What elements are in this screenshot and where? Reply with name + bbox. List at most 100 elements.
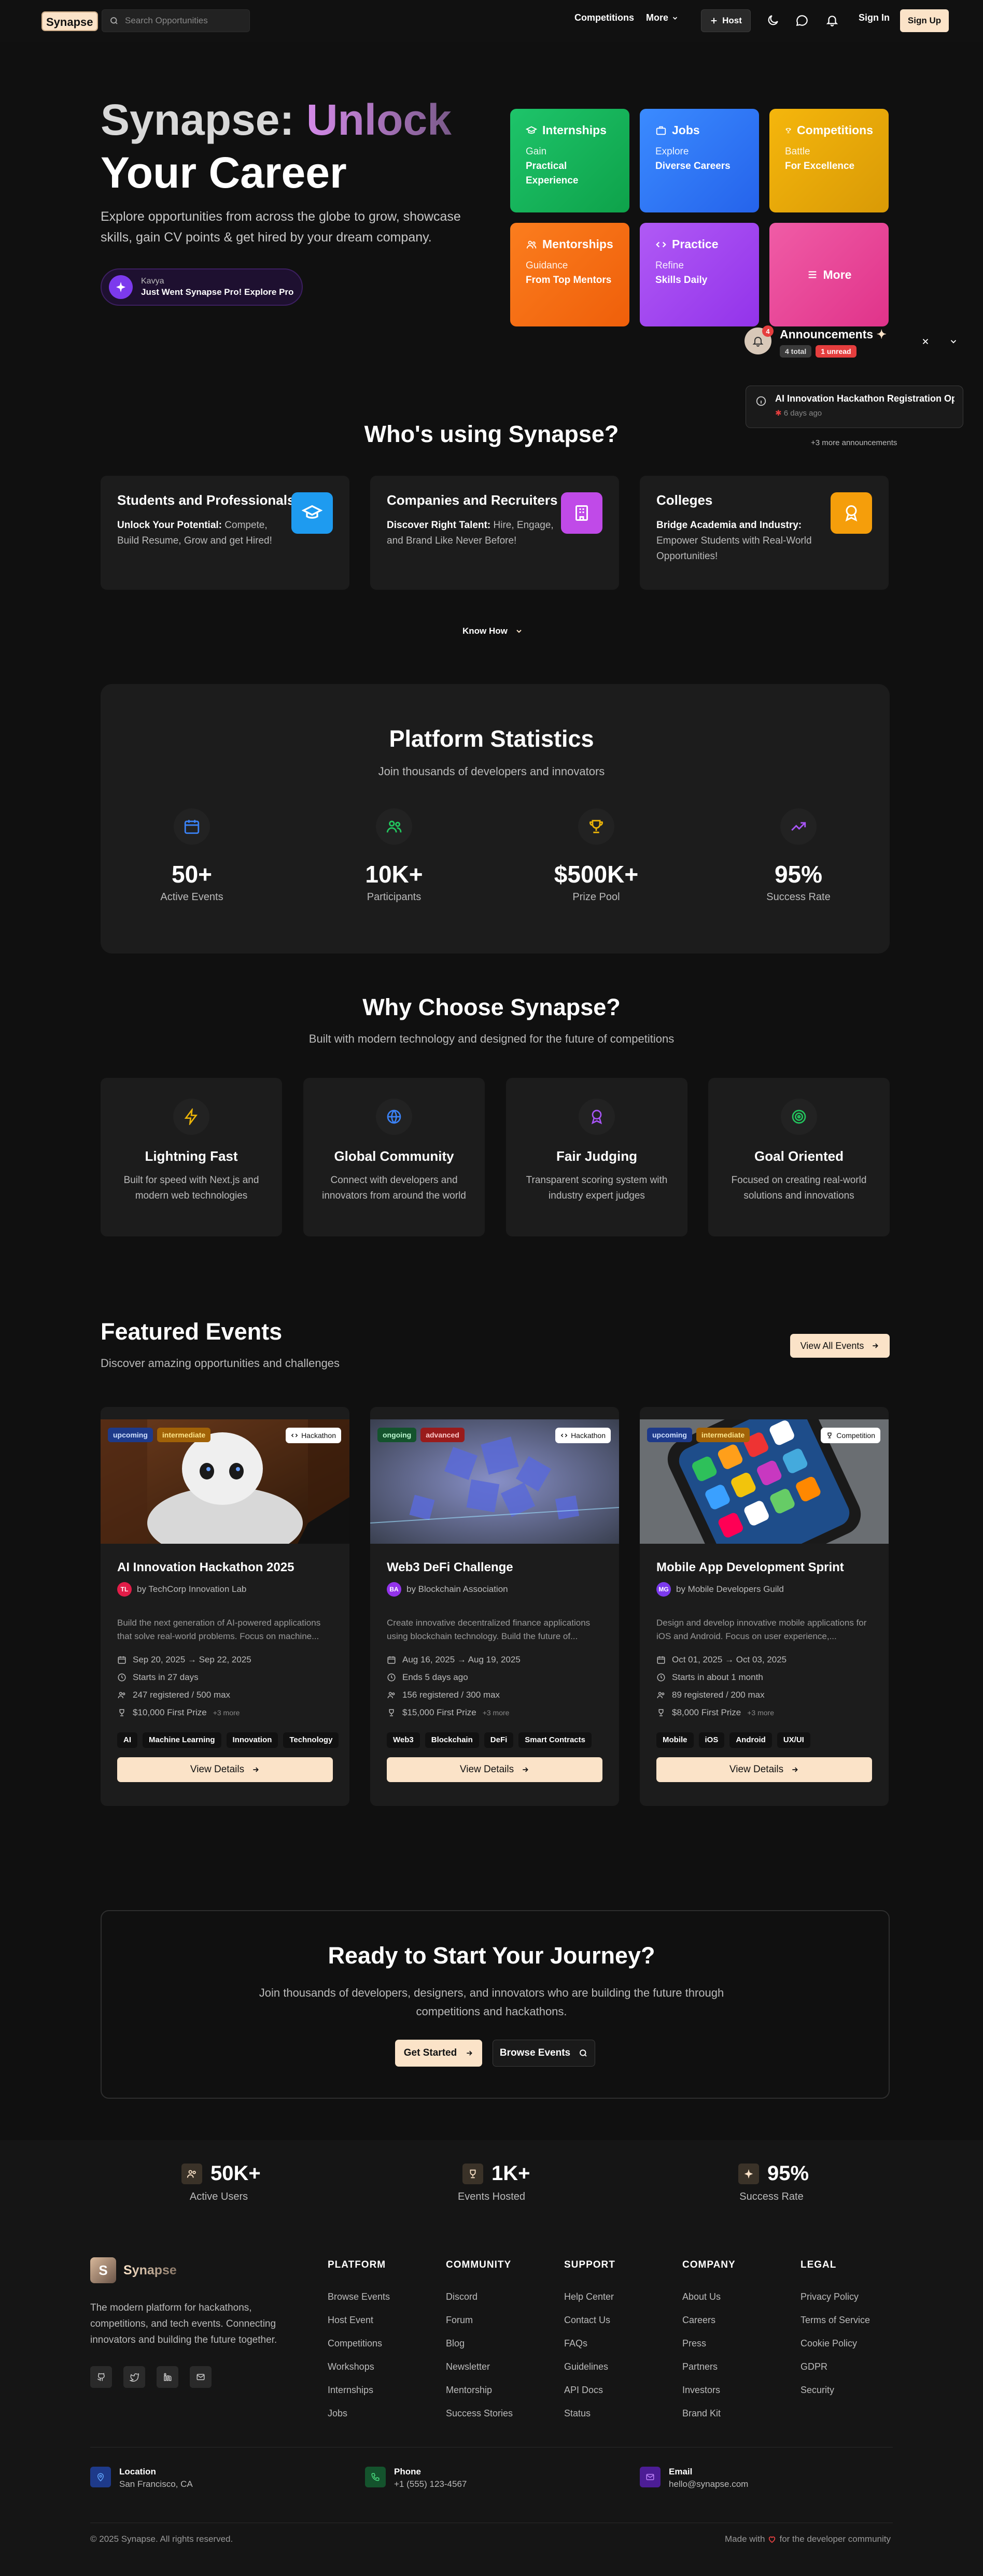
- bell-icon[interactable]: [825, 13, 839, 27]
- event-card-ai-hackathon[interactable]: upcoming intermediate Hackathon AI Innov…: [101, 1407, 349, 1806]
- footer-link[interactable]: Careers: [682, 2309, 736, 2332]
- who-card-companies[interactable]: Companies and Recruiters Discover Right …: [370, 476, 619, 590]
- footer-link[interactable]: Terms of Service: [801, 2309, 870, 2332]
- footer-link[interactable]: Blog: [446, 2332, 513, 2355]
- host-button[interactable]: Host: [701, 9, 751, 32]
- event-when-row: Starts in 27 days: [117, 1672, 199, 1683]
- trophy-icon: [470, 2169, 476, 2178]
- trending-up-icon: [791, 822, 806, 831]
- search-box[interactable]: Search Opportunities: [102, 9, 250, 32]
- status-badge: ongoing: [377, 1428, 417, 1442]
- footer-link[interactable]: API Docs: [564, 2379, 615, 2402]
- pro-announcement-pill[interactable]: Kavya Just Went Synapse Pro! Explore Pro: [101, 268, 303, 306]
- trophy-icon: [389, 1709, 394, 1716]
- footer-link[interactable]: Jobs: [328, 2402, 390, 2425]
- contact-value[interactable]: hello@synapse.com: [669, 2479, 748, 2489]
- contact-value[interactable]: +1 (555) 123-4567: [394, 2479, 467, 2489]
- footer-link[interactable]: Investors: [682, 2379, 736, 2402]
- tile-practice[interactable]: Practice Refine Skills Daily: [640, 223, 759, 326]
- stat-icon-box: [738, 2163, 759, 2184]
- event-organizer: TL by TechCorp Innovation Lab: [117, 1582, 246, 1597]
- event-title: Web3 DeFi Challenge: [387, 1560, 513, 1574]
- sign-in-link[interactable]: Sign In: [859, 12, 890, 23]
- tile-jobs[interactable]: Jobs Explore Diverse Careers: [640, 109, 759, 212]
- social-twitter[interactable]: [123, 2366, 145, 2388]
- who-card-colleges[interactable]: Colleges Bridge Academia and Industry: E…: [640, 476, 889, 590]
- clock-icon: [118, 1673, 126, 1682]
- plus-icon: [711, 18, 717, 24]
- footer-link[interactable]: Discord: [446, 2285, 513, 2309]
- briefcase-icon: [656, 126, 666, 135]
- footer-link[interactable]: About Us: [682, 2285, 736, 2309]
- footer-link[interactable]: GDPR: [801, 2355, 870, 2379]
- event-card-web3-defi[interactable]: ongoing advanced Hackathon Web3 DeFi Cha…: [370, 1407, 619, 1806]
- footer-link[interactable]: Help Center: [564, 2285, 615, 2309]
- event-card-mobile-sprint[interactable]: upcoming intermediate Competition Mobile…: [640, 1407, 889, 1806]
- footer-link[interactable]: FAQs: [564, 2332, 615, 2355]
- view-details-button[interactable]: View Details: [387, 1757, 602, 1782]
- social-linkedin[interactable]: [157, 2366, 178, 2388]
- event-tag: Mobile: [656, 1732, 694, 1748]
- cta-title: Ready to Start Your Journey?: [328, 1942, 655, 1969]
- chat-icon[interactable]: [795, 13, 809, 27]
- footer-link[interactable]: Browse Events: [328, 2285, 390, 2309]
- announcement-time-text: 6 days ago: [783, 409, 822, 418]
- code-brackets-icon: [560, 1433, 568, 1438]
- footer-link[interactable]: Forum: [446, 2309, 513, 2332]
- footer-link[interactable]: Guidelines: [564, 2355, 615, 2379]
- tile-mentorships[interactable]: Mentorships Guidance From Top Mentors: [510, 223, 629, 326]
- event-prize: $15,000 First Prize: [402, 1707, 476, 1717]
- tile-internships[interactable]: Internships Gain Practical Experience: [510, 109, 629, 212]
- logo[interactable]: Synapse: [41, 11, 98, 31]
- know-how-button[interactable]: Know How: [462, 626, 523, 636]
- org-name: by Blockchain Association: [406, 1584, 508, 1594]
- footer-stat-label: Success Rate: [739, 2191, 804, 2202]
- social-github[interactable]: [90, 2366, 112, 2388]
- event-type-badge: Hackathon: [286, 1428, 341, 1443]
- footer-link[interactable]: Competitions: [328, 2332, 390, 2355]
- moon-icon[interactable]: [766, 13, 780, 27]
- view-details-button[interactable]: View Details: [656, 1757, 872, 1782]
- footer-link[interactable]: Status: [564, 2402, 615, 2425]
- get-started-button[interactable]: Get Started: [395, 2040, 482, 2067]
- footer-link[interactable]: Security: [801, 2379, 870, 2402]
- close-icon[interactable]: [921, 337, 930, 346]
- who-card-students[interactable]: Students and Professionals Unlock Your P…: [101, 476, 349, 590]
- footer-link[interactable]: Press: [682, 2332, 736, 2355]
- nav-competitions[interactable]: Competitions: [574, 12, 634, 23]
- event-registered-row: 247 registered / 500 max: [117, 1690, 230, 1700]
- footer-link[interactable]: Brand Kit: [682, 2402, 736, 2425]
- view-details-button[interactable]: View Details: [117, 1757, 333, 1782]
- footer-link[interactable]: Privacy Policy: [801, 2285, 870, 2309]
- sign-up-button[interactable]: Sign Up: [900, 9, 949, 32]
- arrow-right-icon: [467, 2051, 473, 2056]
- event-description: Create innovative decentralized finance …: [387, 1618, 591, 1641]
- footer-link[interactable]: Success Stories: [446, 2402, 513, 2425]
- chevron-down-icon[interactable]: [949, 337, 958, 346]
- footer-link[interactable]: Contact Us: [564, 2309, 615, 2332]
- tile-competitions[interactable]: Competitions Battle For Excellence: [769, 109, 889, 212]
- top-navbar: Synapse Search Opportunities Competition…: [0, 0, 983, 42]
- footer-link[interactable]: Workshops: [328, 2355, 390, 2379]
- stat-icon-circle: [578, 808, 614, 845]
- footer-link[interactable]: Host Event: [328, 2309, 390, 2332]
- tile-more[interactable]: More: [769, 223, 889, 326]
- footer-link[interactable]: Partners: [682, 2355, 736, 2379]
- footer-link[interactable]: Internships: [328, 2379, 390, 2402]
- graduation-icon: [526, 126, 537, 134]
- footer-brand[interactable]: S Synapse: [90, 2257, 177, 2283]
- social-email[interactable]: [190, 2366, 212, 2388]
- stats-subtitle: Join thousands of developers and innovat…: [378, 765, 605, 778]
- browse-events-button[interactable]: Browse Events: [493, 2040, 595, 2067]
- footer-link[interactable]: Mentorship: [446, 2379, 513, 2402]
- search-placeholder: Search Opportunities: [125, 16, 208, 25]
- nav-more[interactable]: More: [646, 12, 679, 23]
- event-dates: Aug 16, 2025 → Aug 19, 2025: [402, 1655, 521, 1664]
- trophy-icon: [589, 820, 603, 833]
- view-all-events-button[interactable]: View All Events: [790, 1334, 890, 1358]
- stat-success-rate: 95% Success Rate: [705, 808, 892, 903]
- hero-title-line2: Your Career: [101, 148, 347, 197]
- footer-link[interactable]: Newsletter: [446, 2355, 513, 2379]
- info-icon: [756, 396, 766, 406]
- footer-link[interactable]: Cookie Policy: [801, 2332, 870, 2355]
